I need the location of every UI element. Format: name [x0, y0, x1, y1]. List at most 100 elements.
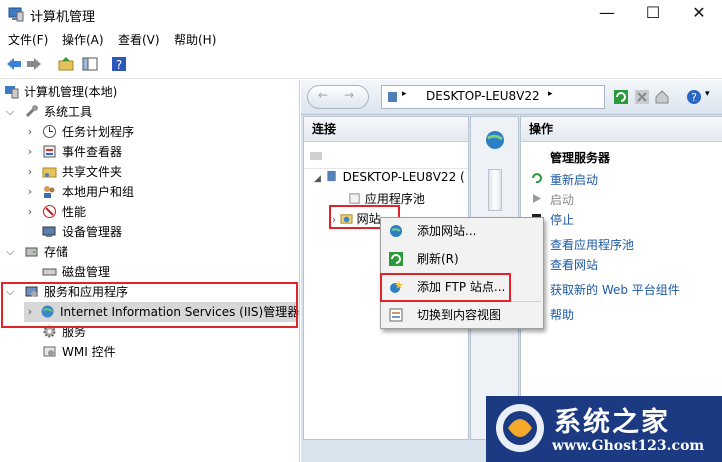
forward-arrow-icon[interactable]: [25, 55, 43, 73]
close-button[interactable]: ✕: [676, 0, 722, 28]
add-website-icon: [390, 225, 402, 237]
toolbar: ?: [0, 50, 722, 79]
refresh-icon[interactable]: [613, 89, 629, 105]
tree-label: 性能: [62, 205, 87, 219]
computer-management-icon: [5, 86, 19, 99]
tree-label: 共享文件夹: [62, 165, 123, 179]
action-stop[interactable]: 停止: [550, 211, 574, 228]
menu-bar: 文件(F) 操作(A) 查看(V) 帮助(H): [0, 28, 722, 50]
conn-app-pools-label: 应用程序池: [364, 192, 425, 206]
device-manager-icon: [42, 226, 56, 237]
conn-server-label: DESKTOP-LEU8V22 (: [342, 170, 465, 184]
server-icon: [327, 170, 336, 182]
actions-group-title: 管理服务器: [550, 151, 611, 165]
tree-label: 事件查看器: [62, 145, 123, 159]
computer-management-icon: [8, 7, 24, 22]
disk-icon: [42, 268, 57, 276]
address-bar: ← → ▸ DESKTOP-LEU8V22 ▸ ? ▾: [301, 80, 722, 115]
clock-icon: [43, 125, 56, 138]
shared-folder-icon: [42, 167, 57, 178]
action-start[interactable]: 启动: [550, 191, 574, 208]
breadcrumb-arrow-icon: ▸: [402, 89, 407, 99]
server-icon: [388, 92, 397, 102]
performance-icon: [43, 205, 56, 218]
stop-icon[interactable]: [634, 89, 650, 105]
tree-label: 本地用户和组: [62, 185, 135, 199]
app-pool-icon: [349, 193, 360, 204]
chevron-right-icon[interactable]: ›: [24, 142, 36, 162]
minimize-button[interactable]: —: [584, 0, 630, 28]
tree-label: 任务计划程序: [62, 125, 135, 139]
action-help[interactable]: 帮助: [550, 306, 574, 323]
home-icon[interactable]: [654, 89, 670, 105]
actions-panel: 操作 管理服务器 重新启动 启动 停止 查看应用程序池 查看网站 获取新的 We…: [520, 116, 722, 440]
menu-add-website[interactable]: 添加网站...: [381, 219, 543, 243]
watermark: 系统之家 www.Ghost123.com: [486, 396, 722, 462]
title-bar: 计算机管理 — ☐ ✕: [0, 0, 722, 28]
chevron-down-icon[interactable]: ⌵: [4, 242, 16, 262]
watermark-url: www.Ghost123.com: [552, 438, 705, 454]
tree-label: 设备管理器: [62, 225, 123, 239]
tree-root-label: 计算机管理(本地): [24, 85, 118, 99]
globe-icon: [486, 131, 504, 149]
help-icon[interactable]: ?: [686, 89, 702, 105]
menu-item-label: 添加网站...: [417, 224, 477, 238]
event-viewer-icon: [43, 145, 56, 158]
highlight-box: [380, 273, 511, 302]
tree-label: 存储: [44, 245, 69, 259]
chevron-right-icon[interactable]: ›: [24, 202, 36, 222]
chevron-down-icon[interactable]: ◢: [314, 174, 321, 184]
window-title: 计算机管理: [30, 10, 96, 25]
start-icon: [533, 194, 541, 203]
breadcrumb[interactable]: ▸ DESKTOP-LEU8V22 ▸: [381, 85, 605, 109]
nav-buttons[interactable]: ← →: [307, 85, 369, 109]
menu-file[interactable]: 文件(F): [8, 31, 48, 48]
show-hide-tree-icon[interactable]: [81, 55, 99, 73]
storage-icon: [25, 247, 38, 257]
maximize-button[interactable]: ☐: [630, 0, 676, 28]
actions-header: 操作: [521, 117, 722, 142]
content-view-icon: [389, 308, 403, 322]
menu-switch-content-view[interactable]: 切换到内容视图: [381, 303, 543, 327]
highlight-box: [1, 282, 298, 328]
breadcrumb-host: DESKTOP-LEU8V22: [426, 89, 540, 103]
chevron-right-icon[interactable]: ›: [24, 182, 36, 202]
scrollbar[interactable]: [488, 169, 502, 211]
connections-toolbar: [304, 142, 468, 169]
chevron-right-icon[interactable]: ›: [24, 162, 36, 182]
menu-view[interactable]: 查看(V): [118, 31, 160, 48]
refresh-icon: [389, 252, 403, 266]
menu-refresh[interactable]: 刷新(R): [381, 247, 543, 271]
breadcrumb-arrow-icon: ▸: [548, 89, 553, 99]
menu-help[interactable]: 帮助(H): [174, 31, 216, 48]
watermark-brand: 系统之家: [554, 407, 670, 438]
action-restart[interactable]: 重新启动: [550, 171, 598, 188]
chevron-down-icon[interactable]: ⌵: [4, 102, 16, 122]
chevron-right-icon[interactable]: ›: [24, 122, 36, 142]
action-view-sites[interactable]: 查看网站: [550, 256, 598, 273]
users-icon: [44, 186, 55, 198]
wmi-icon: [43, 346, 56, 357]
forward-arrow-icon[interactable]: →: [344, 88, 354, 102]
tree-label: 磁盘管理: [62, 265, 111, 279]
help-icon[interactable]: ?: [110, 55, 128, 73]
action-view-app-pools[interactable]: 查看应用程序池: [550, 236, 634, 253]
tree-label: 系统工具: [44, 105, 93, 119]
menu-item-label: 刷新(R): [417, 252, 459, 266]
conn-server-node[interactable]: ◢ DESKTOP-LEU8V22 (: [314, 170, 465, 184]
tree-label: WMI 控件: [62, 345, 116, 359]
chevron-down-icon[interactable]: ▾: [705, 89, 710, 99]
svg-text:?: ?: [116, 58, 122, 72]
brand-logo: [496, 404, 544, 452]
tools-icon: [25, 105, 38, 118]
menu-action[interactable]: 操作(A): [62, 31, 104, 48]
back-arrow-icon[interactable]: ←: [318, 88, 328, 102]
connect-icon[interactable]: [309, 148, 323, 162]
restart-icon: [532, 173, 542, 184]
menu-item-label: 切换到内容视图: [417, 308, 502, 322]
console-tree: 计算机管理(本地) ⌵ 系统工具 › 任务计划程序 › 事件查看器 › 共享文件…: [0, 80, 300, 462]
back-arrow-icon[interactable]: [5, 55, 23, 73]
connections-header: 连接: [304, 117, 468, 142]
action-get-web-components[interactable]: 获取新的 Web 平台组件: [550, 281, 680, 298]
up-folder-icon[interactable]: [57, 55, 75, 73]
